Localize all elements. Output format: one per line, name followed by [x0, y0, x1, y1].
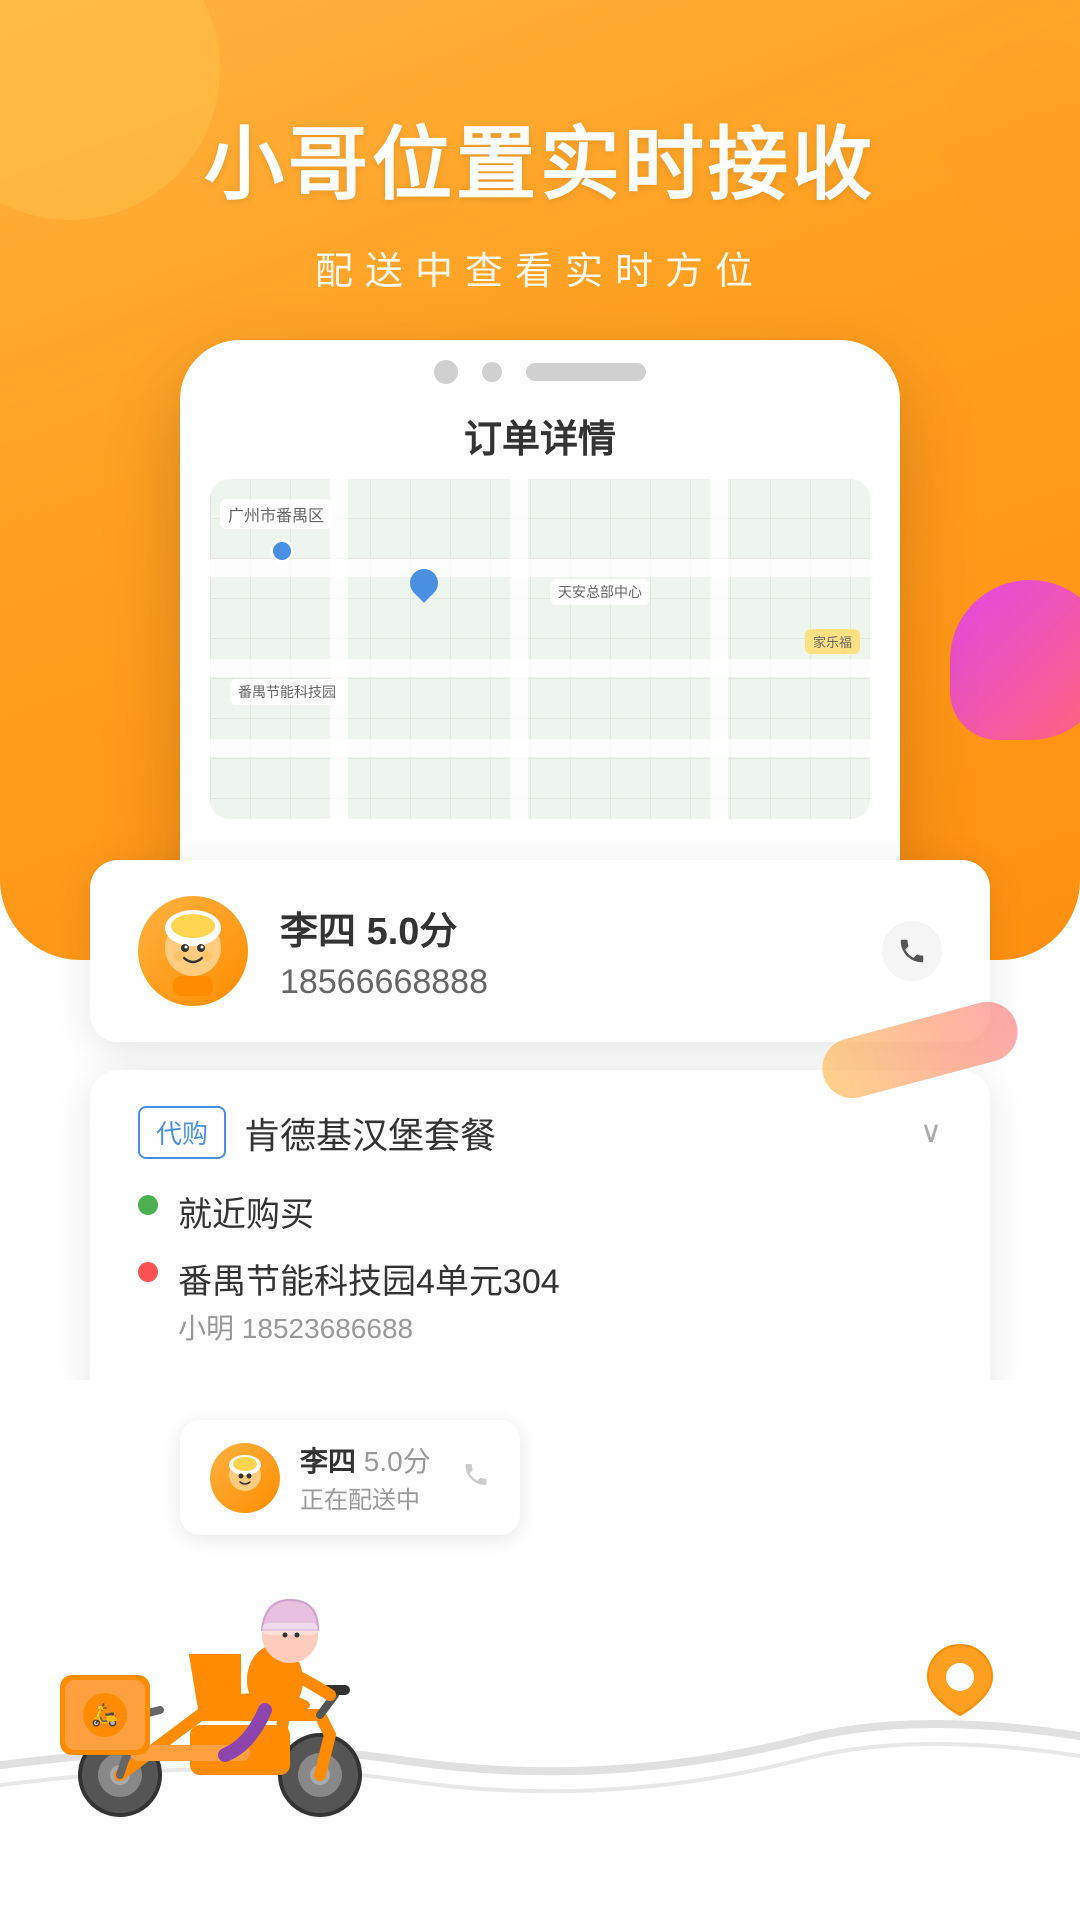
location-pin-icon [920, 1640, 1000, 1720]
delivery-phone: 18566668888 [280, 963, 882, 1002]
location-pin-svg [920, 1640, 1000, 1720]
map-label: 番禺节能科技园 [230, 679, 344, 705]
bottom-avatar [210, 1443, 280, 1513]
phone-map: 广州市番禺区 天安总部中心 番禺节能科技园 家乐福 [210, 479, 870, 819]
map-label-highlight: 家乐福 [805, 629, 860, 654]
phone-icon [897, 936, 927, 966]
map-marker [270, 539, 294, 563]
phone-notch [180, 340, 900, 398]
order-delivery-row: 番禺节能科技园4单元304 小明 18523686688 [138, 1254, 942, 1347]
pickup-label: 就近购买 [178, 1187, 314, 1236]
bottom-delivery-card: 李四 5.0分 正在配送中 [180, 1420, 520, 1535]
phone-camera [434, 360, 458, 384]
order-detail-card: 代购 肯德基汉堡套餐 ∨ 就近购买 番禺节能科技园4单元304 小明 18523… [90, 1070, 990, 1409]
delivery-info: 李四 5.0分 18566668888 [280, 900, 882, 1002]
map-road [710, 479, 728, 819]
map-road [210, 739, 870, 757]
bottom-scene: 李四 5.0分 正在配送中 [0, 1380, 1080, 1920]
delivery-person-card: 李四 5.0分 18566668888 [90, 860, 990, 1042]
map-background [210, 479, 870, 819]
chevron-down-icon[interactable]: ∨ [920, 1115, 942, 1150]
hero-subtitle: 配送中查看实时方位 [0, 240, 1080, 295]
phone-dot [482, 362, 502, 382]
phone-screen: 订单详情 广州市番禺区 天安总部中心 番禺节能科技园 家乐福 [180, 398, 900, 819]
pickup-dot [138, 1195, 158, 1215]
bottom-avatar-icon [220, 1453, 270, 1503]
map-road [210, 559, 870, 577]
avatar-illustration [148, 906, 238, 996]
delivery-name-rating: 李四 5.0分 [280, 900, 882, 955]
phone-order-title: 订单详情 [210, 398, 870, 479]
order-name: 肯德基汉堡套餐 [244, 1107, 920, 1159]
order-type-badge: 代购 [138, 1106, 226, 1159]
delivery-avatar [138, 896, 248, 1006]
bottom-delivery-info: 李四 5.0分 正在配送中 [300, 1440, 431, 1515]
bottom-name: 李四 5.0分 [300, 1440, 431, 1480]
svg-text:🛵: 🛵 [91, 1702, 118, 1728]
order-pickup-row: 就近购买 [138, 1187, 942, 1236]
map-label: 天安总部中心 [550, 579, 650, 605]
map-road [330, 479, 348, 819]
scooter-illustration: 🛵 [40, 1535, 420, 1840]
map-label: 广州市番禺区 [220, 499, 332, 529]
map-road [510, 479, 528, 819]
delivery-address-block: 番禺节能科技园4单元304 小明 18523686688 [178, 1254, 560, 1347]
scooter-svg: 🛵 [40, 1535, 420, 1835]
delivery-dot [138, 1262, 158, 1282]
phone-speaker [526, 363, 646, 381]
map-road [210, 659, 870, 677]
bottom-status: 正在配送中 [300, 1480, 431, 1515]
order-header: 代购 肯德基汉堡套餐 ∨ [138, 1106, 942, 1159]
delivery-name: 李四 [280, 911, 356, 953]
hero-section: 小哥位置实时接收 配送中查看实时方位 [0, 100, 1080, 295]
call-button[interactable] [882, 921, 942, 981]
phone-icon-bottom [462, 1460, 490, 1488]
hero-title: 小哥位置实时接收 [0, 100, 1080, 216]
phone-mockup: 订单详情 广州市番禺区 天安总部中心 番禺节能科技园 家乐福 [180, 340, 900, 920]
bottom-phone-icon[interactable] [462, 1460, 490, 1495]
delivery-contact: 小明 18523686688 [178, 1307, 560, 1347]
delivery-rating: 5.0分 [367, 911, 458, 953]
